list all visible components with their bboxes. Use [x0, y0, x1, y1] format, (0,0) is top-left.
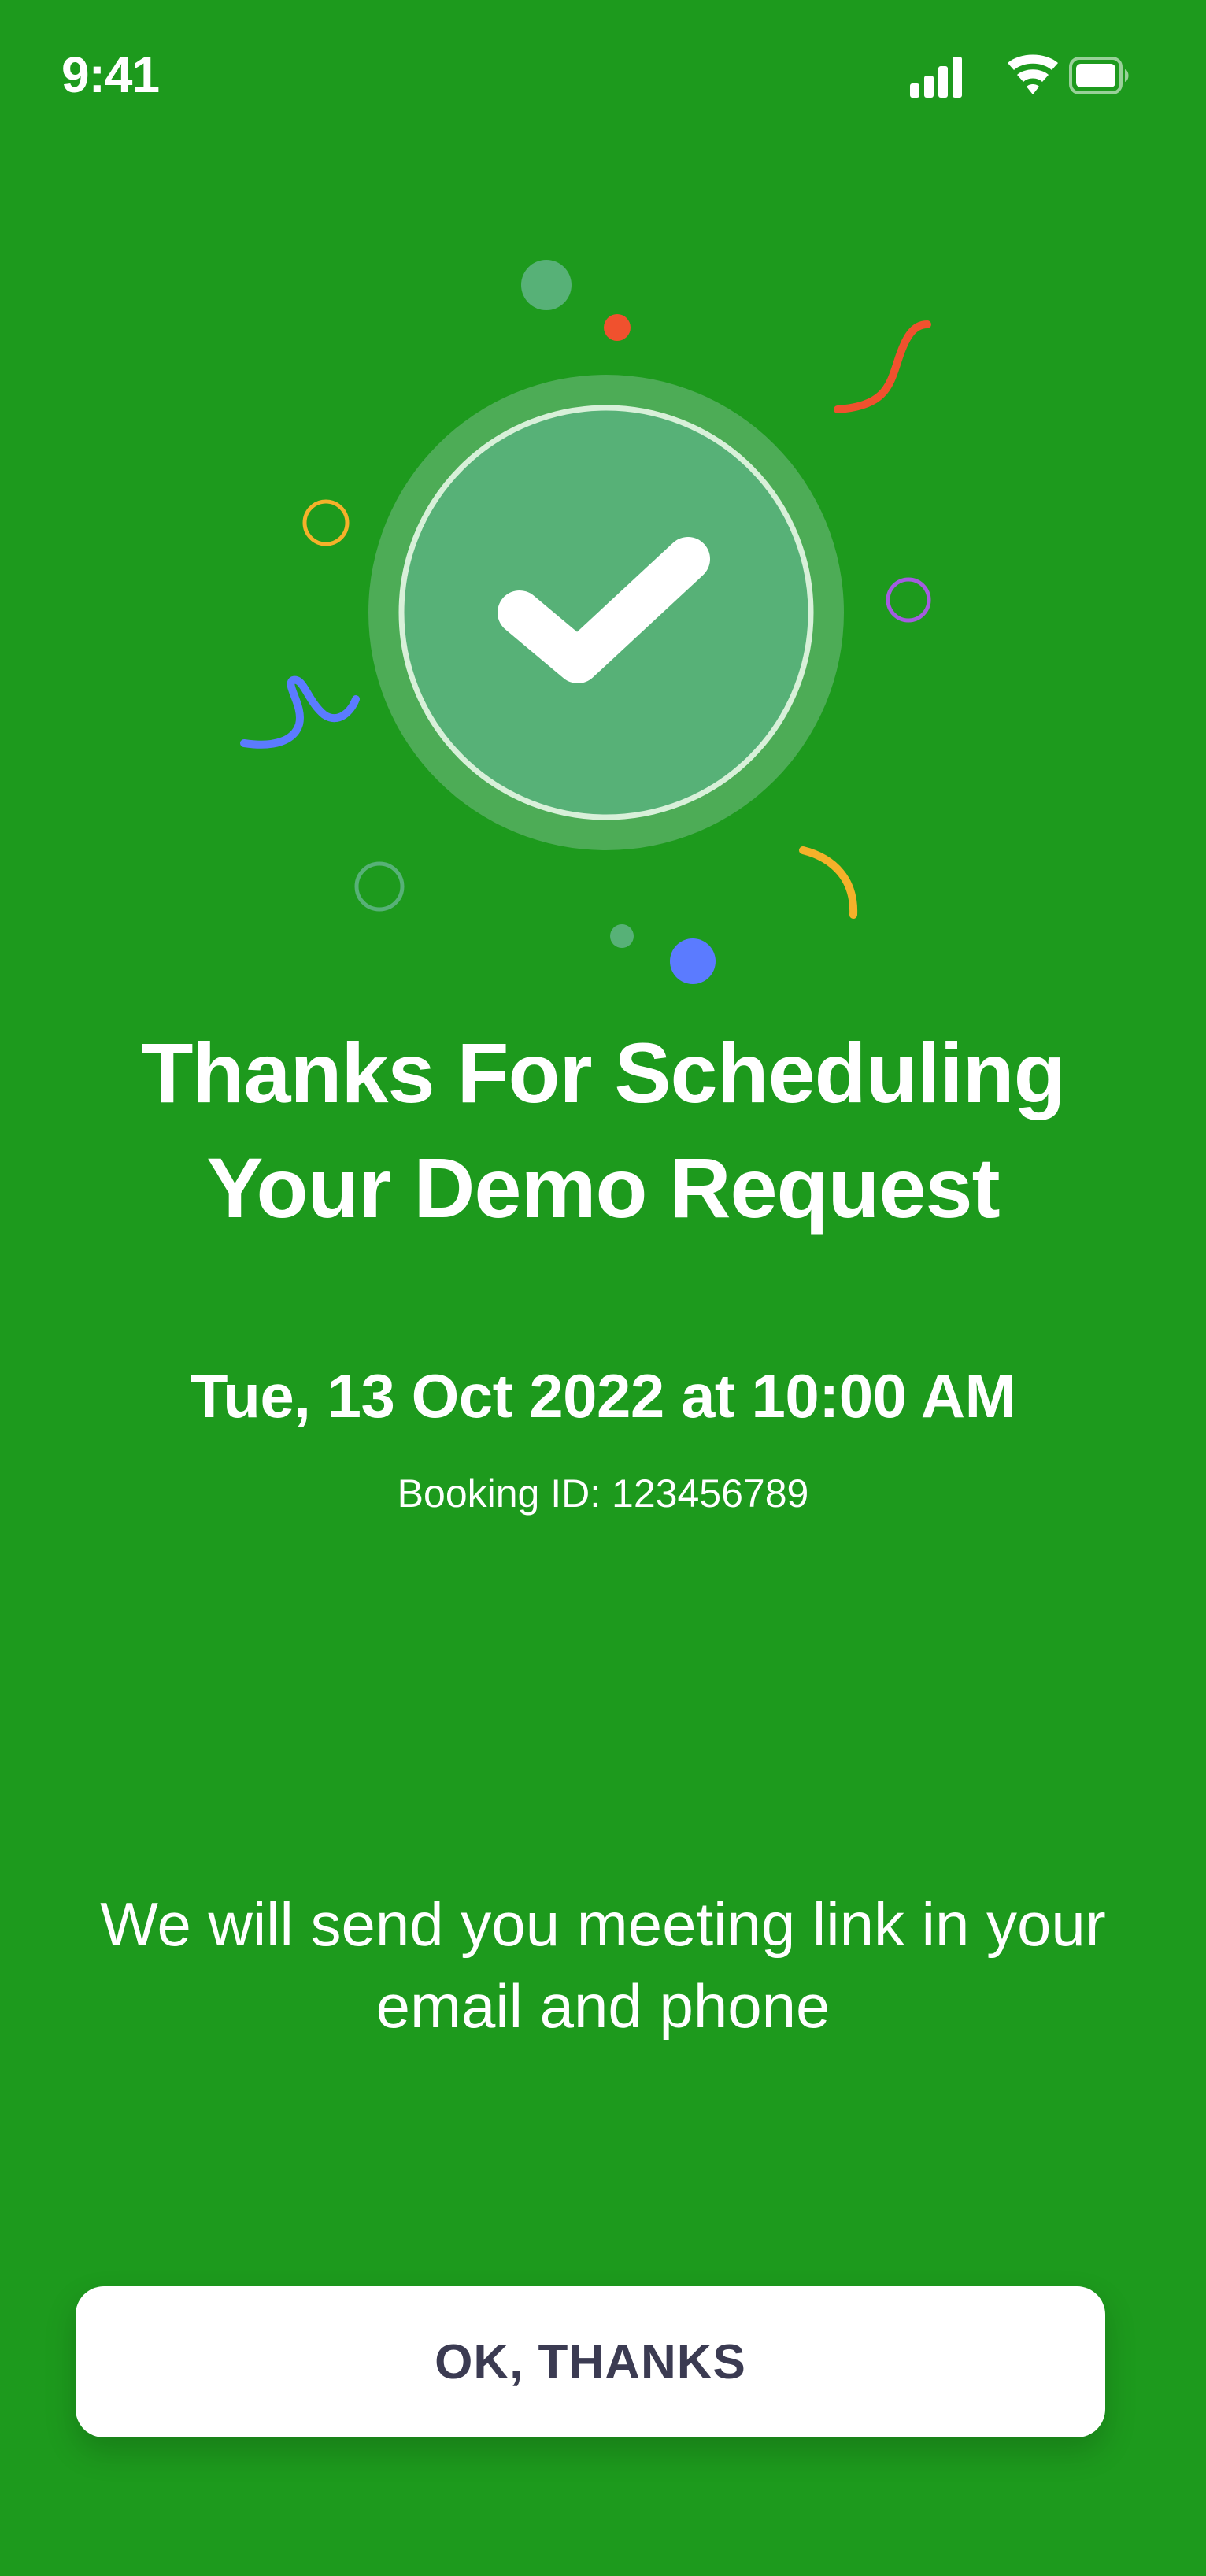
- status-time: 9:41: [61, 46, 160, 103]
- confetti-ring-orange: [302, 499, 350, 546]
- confetti-ring-green: [354, 861, 405, 912]
- confetti-arc-orange: [799, 846, 858, 919]
- appointment-datetime: Tue, 13 Oct 2022 at 10:00 AM: [190, 1361, 1016, 1430]
- confetti-dot-blue: [670, 938, 716, 984]
- cellular-signal-icon: [910, 57, 962, 98]
- booking-id: Booking ID: 123456789: [397, 1471, 809, 1516]
- confirmation-title-line-1: Thanks For Scheduling: [141, 1025, 1065, 1120]
- success-illustration: [240, 260, 931, 984]
- status-icons: [910, 54, 1129, 98]
- confirmation-title: Thanks For Scheduling Your Demo Request: [63, 1016, 1143, 1245]
- meeting-link-info-line-2: email and phone: [375, 1971, 831, 2041]
- status-bar: 9:41: [0, 0, 1206, 157]
- meeting-link-info-line-1: We will send you meeting link in your: [100, 1889, 1106, 1959]
- confirmation-title-line-2: Your Demo Request: [206, 1140, 1000, 1235]
- meeting-link-info: We will send you meeting link in your em…: [47, 1883, 1159, 2047]
- confetti-dot-red: [604, 314, 631, 341]
- confetti-squiggle-blue: [240, 675, 360, 749]
- ok-thanks-button[interactable]: OK, THANKS: [76, 2286, 1105, 2437]
- confirmation-screen: 9:41 Thanks For Scheduling Your Demo Req…: [0, 0, 1206, 2576]
- battery-icon: [1069, 57, 1129, 94]
- confetti-dot-green: [521, 260, 572, 310]
- confetti-dot-small-green: [610, 924, 634, 948]
- confetti-squiggle-red: [834, 320, 931, 413]
- wifi-icon: [1008, 54, 1058, 94]
- checkmark-circle-icon: [368, 375, 844, 850]
- confetti-ring-purple: [886, 577, 931, 623]
